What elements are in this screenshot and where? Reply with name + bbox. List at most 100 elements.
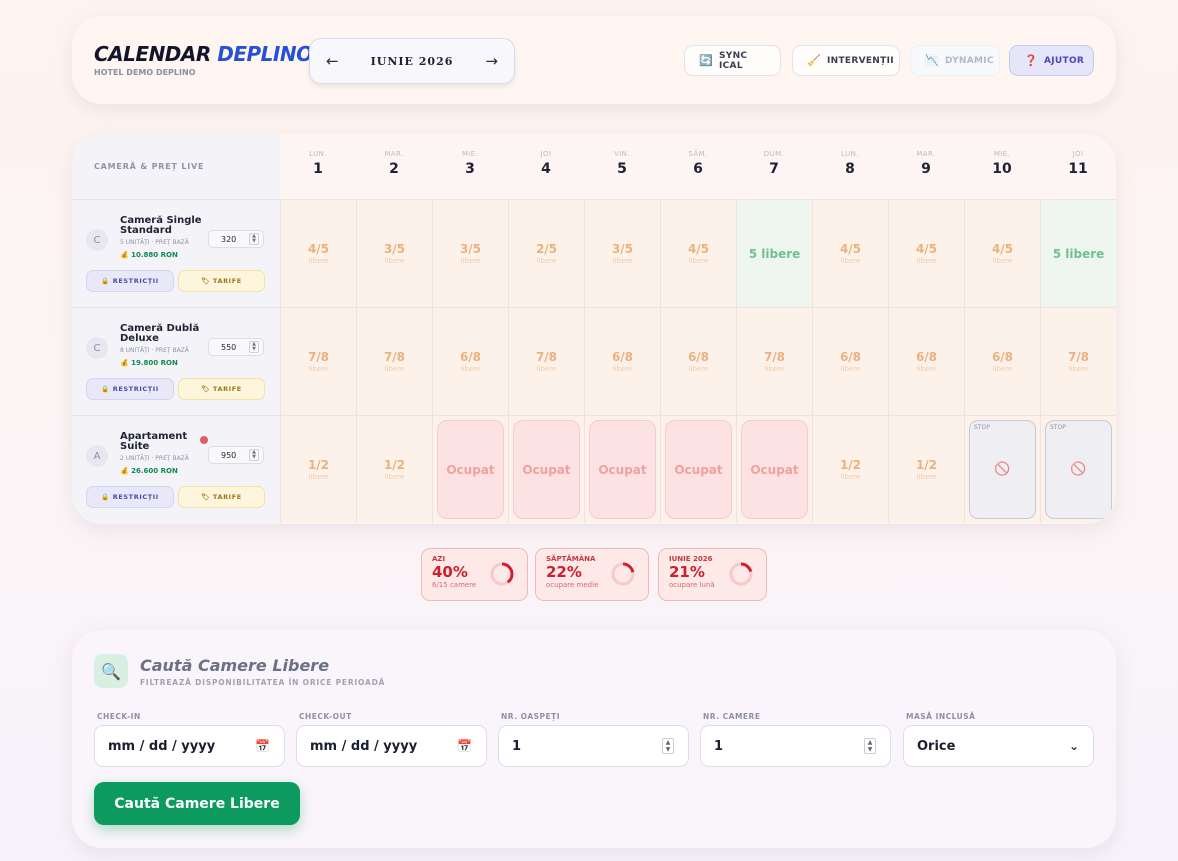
day-name: JOI bbox=[540, 150, 552, 158]
price-stepper[interactable]: ▲ ▼ bbox=[249, 449, 259, 461]
search-subtitle: FILTREAZĂ DISPONIBILITATEA ÎN ORICE PERI… bbox=[140, 678, 386, 687]
calendar-cell[interactable]: 🚫 STOP bbox=[1040, 415, 1116, 523]
guests-input[interactable]: 1 ▲ ▼ bbox=[498, 725, 689, 767]
calendar-cell[interactable]: 6/8 libere bbox=[660, 307, 736, 415]
room-avatar: C bbox=[86, 337, 108, 359]
guests-label: NR. OASPEȚI bbox=[501, 712, 561, 721]
calendar-cell[interactable]: 4/5 libere bbox=[812, 199, 888, 307]
sync-icon: 🔄 bbox=[699, 54, 713, 67]
sync-ical-button[interactable]: 🔄 SYNC ICAL bbox=[684, 45, 781, 76]
calendar-cell[interactable]: 4/5 libere bbox=[280, 199, 356, 307]
calendar-cell[interactable]: Ocupat bbox=[432, 415, 508, 523]
day-name: SÂM. bbox=[688, 150, 708, 158]
day-number: 10 bbox=[992, 161, 1012, 177]
calendar-cell[interactable]: 3/5 libere bbox=[584, 199, 660, 307]
calendar-cell[interactable]: 6/8 libere bbox=[964, 307, 1040, 415]
prev-month-button[interactable]: ← bbox=[326, 52, 339, 70]
tarife-button[interactable]: 🏷 TARIFE bbox=[178, 486, 265, 508]
calendar-cell[interactable]: 2/5 libere bbox=[508, 199, 584, 307]
price-stepper[interactable]: ▲ ▼ bbox=[249, 233, 259, 245]
calendar-cell[interactable]: 4/5 libere bbox=[888, 199, 964, 307]
calendar-cell[interactable]: 3/5 libere bbox=[432, 199, 508, 307]
calendar-cell[interactable]: Ocupat bbox=[736, 415, 812, 523]
restrictii-button[interactable]: 🔒 RESTRICȚII bbox=[86, 270, 174, 292]
calendar-cell[interactable]: 3/5 libere bbox=[356, 199, 432, 307]
calendar-cell[interactable]: 4/5 libere bbox=[660, 199, 736, 307]
price-stepper[interactable]: ▲ ▼ bbox=[249, 341, 259, 353]
availability-count: 6/8 bbox=[459, 350, 482, 364]
guests-stepper[interactable]: ▲ ▼ bbox=[662, 738, 674, 754]
calendar-cell[interactable]: 6/8 libere bbox=[888, 307, 964, 415]
day-number: 9 bbox=[921, 161, 931, 177]
restrictii-button[interactable]: 🔒 RESTRICȚII bbox=[86, 486, 174, 508]
availability-count: 2/5 bbox=[535, 242, 558, 256]
base-price-input[interactable]: 320 ▲ ▼ bbox=[208, 230, 264, 248]
availability-label: libere bbox=[612, 365, 633, 373]
availability-count: 6/8 bbox=[991, 350, 1014, 364]
calendar-cell[interactable]: 5 libere bbox=[1040, 199, 1116, 307]
checkin-input[interactable]: mm / dd / yyyy 📅 bbox=[94, 725, 285, 767]
base-price-input[interactable]: 950 ▲ ▼ bbox=[208, 446, 264, 464]
tarife-button[interactable]: 🏷 TARIFE bbox=[178, 378, 265, 400]
calendar-cell[interactable]: Ocupat bbox=[584, 415, 660, 523]
availability-count: 1/2 bbox=[915, 458, 938, 472]
calendar-cell[interactable]: 7/8 libere bbox=[736, 307, 812, 415]
availability-count: 3/5 bbox=[459, 242, 482, 256]
checkout-value: mm / dd / yyyy bbox=[310, 738, 418, 754]
calendar-cell[interactable]: 1/2 libere bbox=[812, 415, 888, 523]
day-number: 7 bbox=[769, 161, 779, 177]
calendar-cell[interactable]: 1/2 libere bbox=[280, 415, 356, 523]
calendar-icon[interactable]: 📅 bbox=[457, 739, 472, 753]
calendar-cell[interactable]: 7/8 libere bbox=[356, 307, 432, 415]
calendar-cell[interactable]: Ocupat bbox=[508, 415, 584, 523]
calendar-cell[interactable]: 1/2 libere bbox=[356, 415, 432, 523]
search-icon: 🔍 bbox=[94, 654, 128, 688]
brand: CALENDAR DEPLINO HOTEL DEMO DEPLINO bbox=[94, 42, 313, 77]
restrictii-button[interactable]: 🔒 RESTRICȚII bbox=[86, 378, 174, 400]
rooms-value: 1 bbox=[714, 738, 724, 754]
availability-count: 4/5 bbox=[915, 242, 938, 256]
calendar-cell[interactable]: 1/2 libere bbox=[888, 415, 964, 523]
calendar-cell[interactable]: 7/8 libere bbox=[508, 307, 584, 415]
calendar-cell[interactable]: 4/5 libere bbox=[964, 199, 1040, 307]
calendar-cell[interactable]: Ocupat bbox=[660, 415, 736, 523]
calendar-cell[interactable]: 5 libere bbox=[736, 199, 812, 307]
next-month-button[interactable]: → bbox=[485, 52, 498, 70]
checkin-label: CHECK-IN bbox=[97, 712, 141, 721]
availability-label: libere bbox=[916, 365, 937, 373]
day-number: 5 bbox=[617, 161, 627, 177]
calendar-icon[interactable]: 📅 bbox=[255, 739, 270, 753]
availability-label: libere bbox=[460, 257, 481, 265]
calendar-cell[interactable]: 6/8 libere bbox=[432, 307, 508, 415]
rooms-field: NR. CAMERE 1 ▲ ▼ bbox=[700, 712, 891, 767]
help-button[interactable]: ❓ AJUTOR bbox=[1009, 45, 1094, 76]
availability-label: libere bbox=[916, 257, 937, 265]
interventii-button[interactable]: 🧹 INTERVENȚII bbox=[792, 45, 900, 76]
availability-label: libere bbox=[460, 365, 481, 373]
day-number: 11 bbox=[1068, 161, 1088, 177]
room-avatar: A bbox=[86, 445, 108, 467]
calendar-cell[interactable]: 🚫 STOP bbox=[964, 415, 1040, 523]
calendar-cell[interactable]: 7/8 libere bbox=[1040, 307, 1116, 415]
rooms-input[interactable]: 1 ▲ ▼ bbox=[700, 725, 891, 767]
checkout-field: CHECK-OUT mm / dd / yyyy 📅 bbox=[296, 712, 487, 767]
availability-label: libere bbox=[536, 257, 557, 265]
calendar-cell[interactable]: 6/8 libere bbox=[584, 307, 660, 415]
base-price-value: 550 bbox=[221, 342, 237, 352]
search-panel: 🔍 Caută Camere Libere FILTREAZĂ DISPONIB… bbox=[72, 630, 1116, 848]
rooms-stepper[interactable]: ▲ ▼ bbox=[864, 738, 876, 754]
dynamic-button[interactable]: 📉 DYNAMIC bbox=[910, 45, 1000, 76]
search-rooms-button[interactable]: Caută Camere Libere bbox=[94, 782, 300, 825]
day-name: MAR. bbox=[916, 150, 936, 158]
meal-select[interactable]: Orice ⌄ bbox=[903, 725, 1094, 767]
all-free-label: 5 libere bbox=[1052, 246, 1105, 261]
tarife-button[interactable]: 🏷 TARIFE bbox=[178, 270, 265, 292]
calendar-cell[interactable]: 6/8 libere bbox=[812, 307, 888, 415]
all-free-label: 5 libere bbox=[748, 246, 801, 261]
base-price-input[interactable]: 550 ▲ ▼ bbox=[208, 338, 264, 356]
day-header: MAR. 9 bbox=[888, 150, 964, 177]
availability-label: libere bbox=[308, 473, 329, 481]
day-name: MAR. bbox=[384, 150, 404, 158]
calendar-cell[interactable]: 7/8 libere bbox=[280, 307, 356, 415]
checkout-input[interactable]: mm / dd / yyyy 📅 bbox=[296, 725, 487, 767]
